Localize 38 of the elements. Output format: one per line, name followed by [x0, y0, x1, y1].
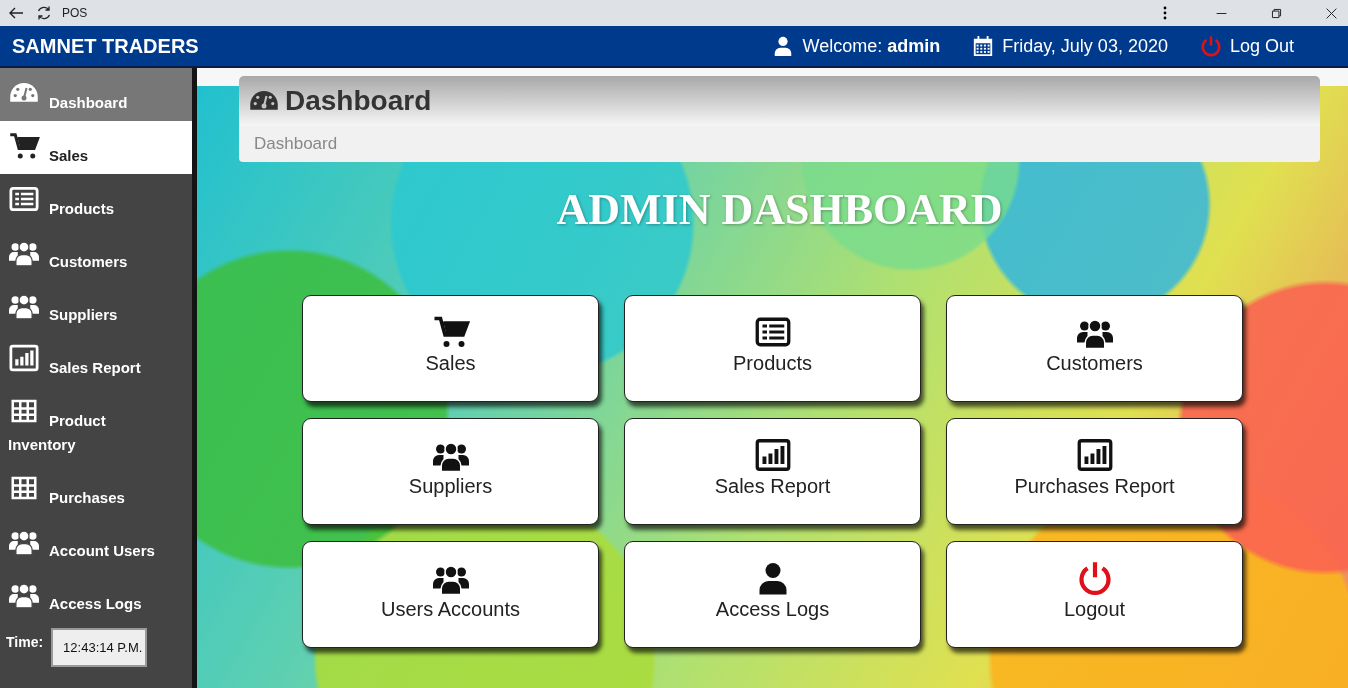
brand-name: SAMNET TRADERS — [12, 34, 199, 58]
time-field: 12:43:14 P.M. — [51, 628, 148, 667]
close-icon[interactable] — [1325, 6, 1338, 20]
dashboard-tile[interactable]: Access Logs — [624, 541, 921, 648]
breadcrumb: Dashboard — [254, 134, 338, 154]
back-icon[interactable] — [8, 5, 24, 21]
logout-link[interactable]: Log Out — [1229, 35, 1294, 57]
time-label: Time: — [6, 633, 44, 650]
sidebar-item[interactable]: Sales Report — [0, 333, 192, 386]
sidebar-item[interactable]: Suppliers — [0, 280, 192, 333]
dashboard-tile[interactable]: Users Accounts — [302, 541, 599, 648]
sidebar-item[interactable]: Dashboard — [0, 68, 192, 121]
dashboard-tile[interactable]: Sales Report — [624, 418, 921, 525]
chart-icon — [8, 343, 40, 373]
dashboard-heading: ADMIN DASHBOARD — [555, 184, 1004, 235]
cart-icon — [8, 131, 40, 161]
sidebar-item[interactable]: Product Inventory — [0, 386, 192, 463]
calendar-icon — [972, 35, 995, 57]
reload-icon[interactable] — [36, 5, 52, 21]
dashboard-tile[interactable]: Products — [624, 295, 921, 402]
restore-icon[interactable] — [1270, 6, 1283, 20]
sidebar-item[interactable]: Purchases — [0, 463, 192, 516]
sidebar-item[interactable]: Account Users — [0, 516, 192, 569]
date-text: Friday, July 03, 2020 — [1002, 35, 1168, 57]
window-title: POS — [62, 6, 88, 20]
dashboard-tile[interactable]: Logout — [946, 541, 1243, 648]
dashboard-tile[interactable]: Purchases Report — [946, 418, 1243, 525]
sidebar-item[interactable]: Customers — [0, 227, 192, 280]
dashboard-tile[interactable]: Sales — [302, 295, 599, 402]
welcome-text: Welcome: admin — [802, 35, 941, 57]
sidebar-item[interactable]: Products — [0, 174, 192, 227]
page-title: Dashboard — [285, 85, 432, 117]
dashboard-tile[interactable]: Customers — [946, 295, 1243, 402]
sidebar-item[interactable]: Sales — [0, 121, 192, 174]
dashboard-tile[interactable]: Suppliers — [302, 418, 599, 525]
sidebar-item[interactable]: Access Logs — [0, 569, 192, 622]
list-icon — [8, 184, 40, 214]
power-icon — [1199, 35, 1222, 57]
